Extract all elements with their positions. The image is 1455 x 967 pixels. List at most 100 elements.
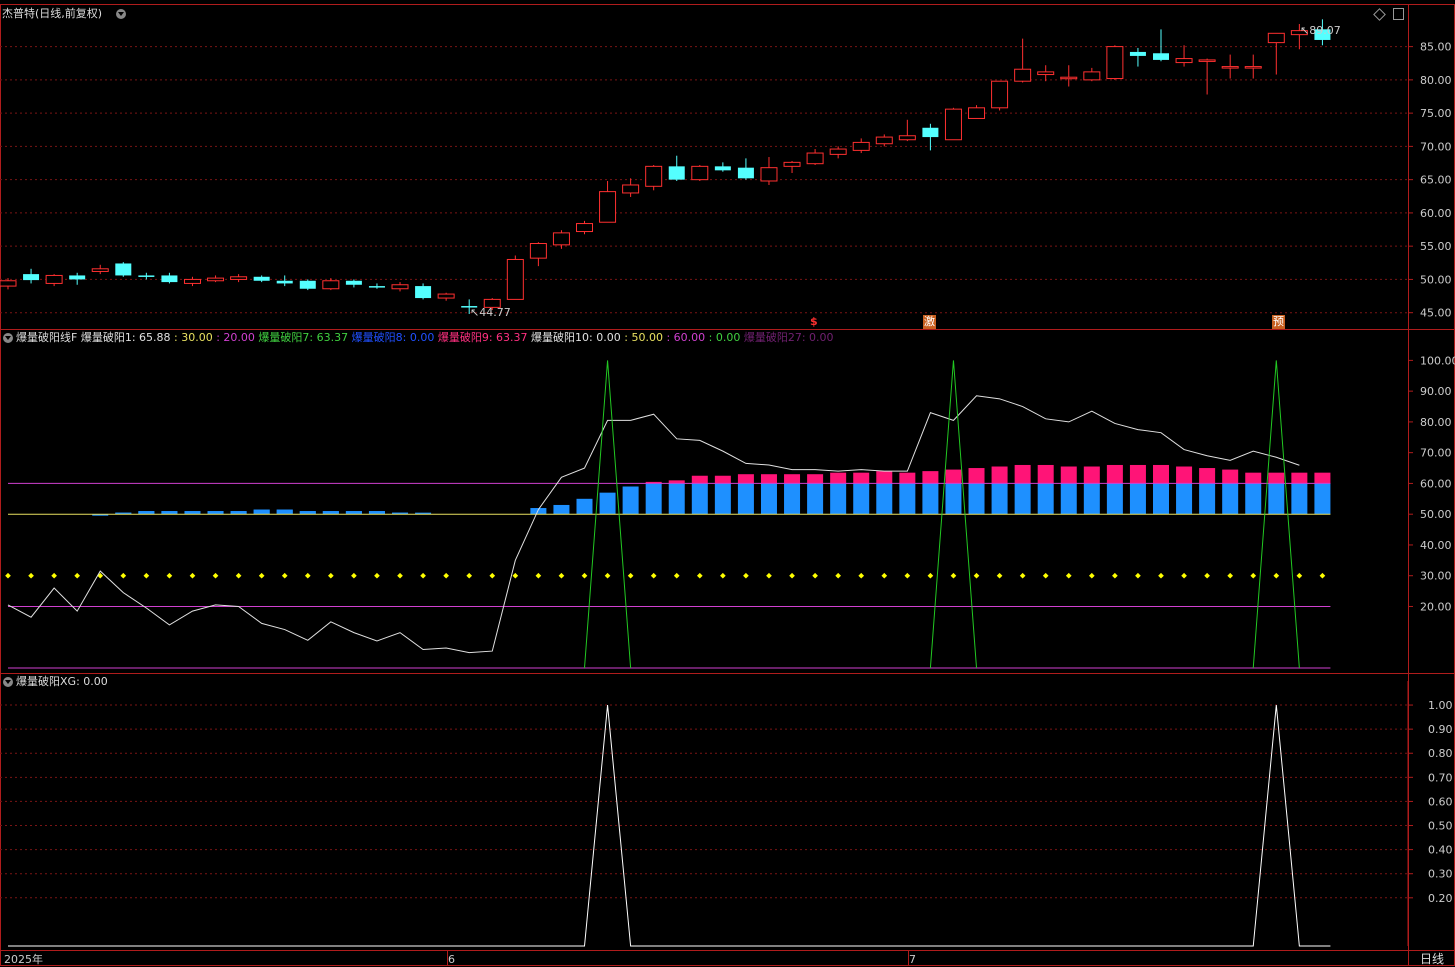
chart-title: 杰普特(日线,前复权) bbox=[2, 7, 102, 21]
y-tick-label: 70.00 bbox=[1420, 140, 1452, 153]
panel-toggle-icon[interactable] bbox=[1393, 8, 1404, 20]
candle-body bbox=[1175, 58, 1193, 64]
candle-body bbox=[437, 293, 455, 299]
dot-marker bbox=[696, 572, 703, 579]
candle-body bbox=[138, 275, 155, 277]
bar-pink bbox=[968, 468, 985, 484]
dot-marker bbox=[743, 572, 749, 579]
indicator2-options-icon[interactable] bbox=[3, 677, 13, 687]
dot-marker bbox=[858, 572, 865, 579]
candle-body bbox=[944, 108, 962, 141]
dot-marker bbox=[212, 572, 219, 579]
candle-body bbox=[1153, 53, 1169, 60]
dot-marker bbox=[766, 572, 772, 579]
candle-body bbox=[922, 127, 939, 138]
dot-marker bbox=[789, 572, 795, 579]
bar-blue bbox=[1176, 483, 1193, 515]
bar-pink bbox=[1314, 472, 1331, 484]
candle-body bbox=[829, 148, 847, 155]
indicator1-item: : 60.00 bbox=[662, 331, 706, 344]
dot-marker bbox=[466, 572, 473, 579]
y-tick-label: 0.70 bbox=[1428, 771, 1453, 784]
candle-body bbox=[1060, 76, 1078, 80]
candle-body bbox=[783, 161, 801, 167]
dot-marker bbox=[1319, 572, 1326, 579]
bar-blue bbox=[1014, 483, 1031, 515]
bar-pink bbox=[1245, 472, 1262, 484]
bar-pink bbox=[876, 471, 893, 484]
indicator1-name[interactable]: 爆量破阳线F bbox=[16, 331, 77, 344]
y-tick-label: 45.00 bbox=[1420, 307, 1452, 320]
candle-body bbox=[207, 277, 225, 282]
bar-pink bbox=[1153, 464, 1169, 484]
bar-pink bbox=[1268, 472, 1285, 484]
dot-marker bbox=[258, 572, 265, 579]
dot-marker bbox=[166, 572, 173, 579]
bar-blue bbox=[991, 483, 1008, 515]
x-axis-year-label: 2025年 bbox=[4, 953, 43, 966]
bar-pink bbox=[945, 469, 962, 484]
dot-marker bbox=[443, 572, 449, 579]
indicator1-options-icon[interactable] bbox=[3, 333, 13, 343]
candle-body bbox=[368, 286, 385, 288]
bar-pink bbox=[1129, 464, 1146, 484]
y-tick-label: 0.30 bbox=[1428, 868, 1453, 881]
candle-body bbox=[45, 274, 63, 284]
bar-pink bbox=[853, 472, 870, 484]
bar-blue bbox=[807, 483, 824, 515]
indicator1-item: : 0.00 bbox=[705, 331, 741, 344]
dot-marker bbox=[1042, 572, 1049, 579]
bar-blue bbox=[968, 483, 985, 515]
dot-marker bbox=[1065, 572, 1072, 579]
indicator2-value: : 0.00 bbox=[76, 675, 108, 688]
bar-blue bbox=[253, 509, 270, 515]
dot-marker bbox=[74, 572, 81, 579]
dot-marker bbox=[581, 572, 588, 579]
bar-blue bbox=[1083, 483, 1100, 515]
chart-options-icon[interactable] bbox=[116, 9, 126, 19]
dot-marker bbox=[351, 572, 357, 579]
bar-blue bbox=[1222, 483, 1239, 515]
high-price-marker: ↖89.07 bbox=[1300, 24, 1341, 37]
candle-body bbox=[253, 276, 270, 281]
indicator1-item: 爆量破阳9: 63.37 bbox=[434, 331, 528, 344]
low-price-marker: ↖44.77 bbox=[470, 306, 511, 319]
bar-blue bbox=[1268, 483, 1285, 515]
bar-pink bbox=[1060, 466, 1077, 484]
dot-marker bbox=[1135, 572, 1141, 579]
bar-blue bbox=[645, 483, 662, 515]
y-tick-label: 20.00 bbox=[1420, 600, 1452, 613]
candle-body bbox=[91, 268, 109, 272]
candle-body bbox=[645, 165, 663, 187]
bar-pink bbox=[807, 474, 824, 484]
dot-marker bbox=[1250, 572, 1257, 579]
bar-blue bbox=[737, 483, 754, 515]
candle-body bbox=[299, 280, 316, 289]
bar-blue bbox=[760, 483, 777, 515]
dot-marker bbox=[143, 572, 150, 579]
y-tick-label: 0.90 bbox=[1428, 723, 1453, 736]
indicator1-header: 爆量破阳线F 爆量破阳1: 65.88 : 30.00 : 20.00 爆量破阳… bbox=[16, 331, 834, 345]
dot-marker bbox=[650, 572, 657, 579]
dot-marker bbox=[1273, 572, 1280, 579]
dot-marker bbox=[673, 572, 680, 579]
candle-body bbox=[898, 135, 916, 141]
y-tick-label: 100.00 bbox=[1420, 354, 1455, 367]
dot-marker bbox=[420, 572, 426, 579]
dot-marker bbox=[512, 572, 519, 579]
period-button[interactable]: 日线 bbox=[1420, 952, 1444, 966]
candle-body bbox=[1083, 71, 1101, 81]
signal-ji: 激 bbox=[923, 315, 936, 329]
indicator2-name[interactable]: 爆量破阳XG bbox=[16, 675, 76, 688]
indicator1-item: 爆量破阳8: 0.00 bbox=[348, 331, 435, 344]
dot-marker bbox=[51, 572, 57, 579]
y-tick-label: 30.00 bbox=[1420, 570, 1452, 583]
bar-blue bbox=[1245, 483, 1262, 515]
bar-blue bbox=[599, 492, 616, 515]
candle-body bbox=[345, 280, 362, 285]
dot-marker bbox=[120, 572, 127, 579]
dot-marker bbox=[904, 572, 911, 579]
bar-blue bbox=[714, 483, 731, 515]
indicator1-item: 爆量破阳1: 65.88 bbox=[80, 331, 171, 344]
dot-marker bbox=[812, 572, 818, 579]
